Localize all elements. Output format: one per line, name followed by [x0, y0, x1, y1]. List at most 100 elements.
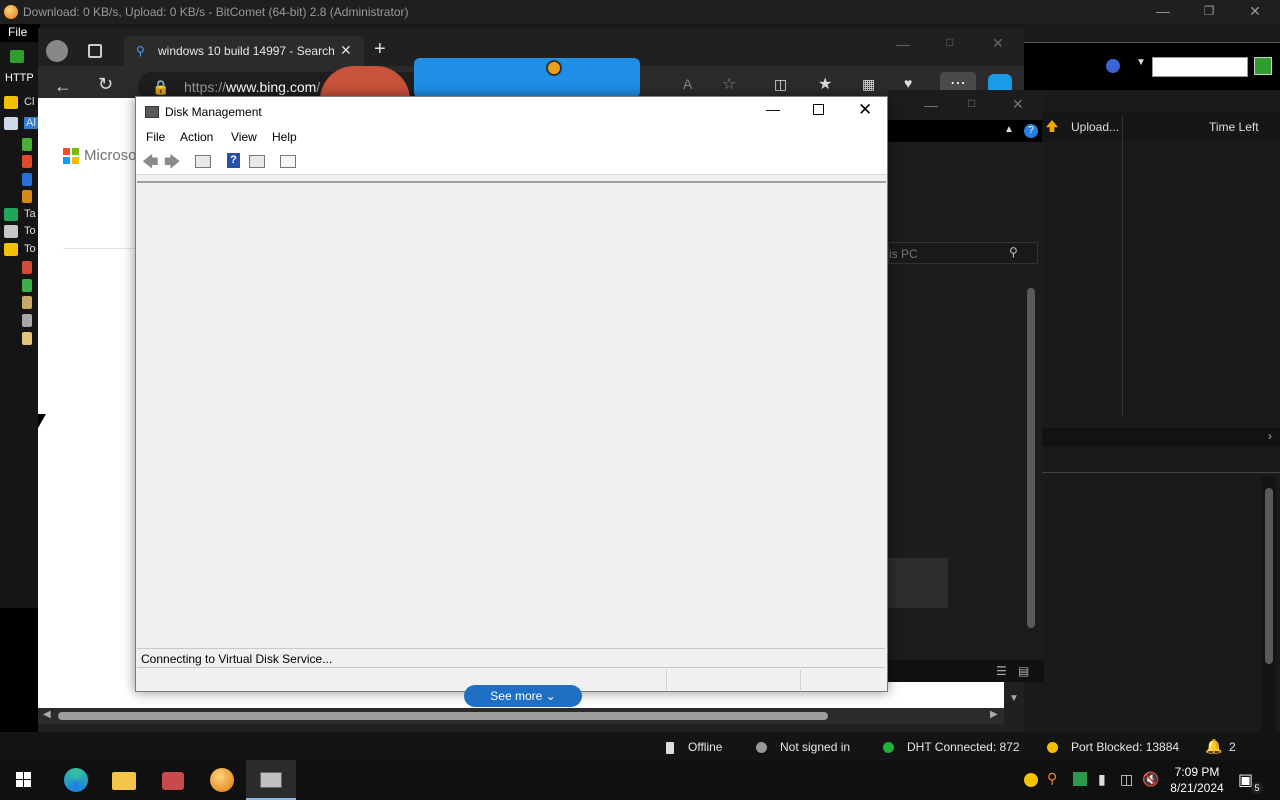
- disk-management-menu-bar: File Action View Help: [136, 127, 887, 147]
- app-taskbar-icon[interactable]: [150, 760, 196, 800]
- browser-maximize-button[interactable]: □: [946, 35, 953, 49]
- search-box[interactable]: is PC ⚲: [888, 242, 1038, 264]
- read-aloud-icon[interactable]: A: [683, 76, 692, 92]
- star-icon[interactable]: [4, 96, 18, 109]
- column-divider[interactable]: [1122, 116, 1123, 416]
- page-icon[interactable]: [4, 117, 18, 130]
- task-icon[interactable]: [4, 208, 18, 221]
- lower-scrollbar[interactable]: [1262, 476, 1276, 732]
- tray-search-icon[interactable]: ⚲: [1047, 770, 1057, 787]
- tray-bitcomet-icon[interactable]: [1024, 773, 1038, 787]
- disk-management-taskbar-icon[interactable]: [246, 760, 296, 800]
- dialog-panel-block: [888, 558, 948, 608]
- split-screen-icon[interactable]: ◫: [774, 76, 787, 93]
- horizontal-scrollbar[interactable]: ›: [1042, 428, 1280, 446]
- scroll-left-icon[interactable]: ◀: [43, 709, 51, 720]
- browser-minimize-button[interactable]: —: [896, 36, 910, 52]
- list-view-icon[interactable]: ☰: [996, 664, 1007, 678]
- browser-tab[interactable]: ⚲ windows 10 build 14997 - Search ✕: [124, 36, 364, 66]
- help-icon[interactable]: ?: [1024, 124, 1038, 138]
- new-tab-icon[interactable]: +: [374, 38, 386, 61]
- show-hide-console-tree-icon[interactable]: [195, 155, 211, 168]
- bell-icon[interactable]: 🔔: [1205, 738, 1222, 755]
- file-icon: [22, 314, 32, 327]
- search-icon[interactable]: ⚲: [1009, 245, 1018, 259]
- properties-icon[interactable]: [280, 155, 296, 168]
- menu-action[interactable]: Action: [180, 130, 213, 144]
- tray-usb-icon[interactable]: ▮: [1098, 771, 1106, 788]
- profile-icon[interactable]: [46, 40, 68, 62]
- volume-muted-icon[interactable]: 🔇: [1142, 771, 1159, 788]
- scroll-down-icon[interactable]: ▼: [1004, 690, 1024, 708]
- search-combo[interactable]: [1152, 57, 1248, 77]
- help-icon[interactable]: ?: [227, 153, 240, 168]
- panel-divider: [1042, 472, 1280, 473]
- health-icon[interactable]: ♥: [904, 75, 912, 91]
- dm-minimize-button[interactable]: —: [766, 101, 780, 117]
- status-signed-in[interactable]: Not signed in: [780, 740, 850, 754]
- favorites-icon[interactable]: ★: [818, 74, 832, 94]
- sidebar-item-label[interactable]: Cl: [24, 96, 34, 108]
- network-icon[interactable]: ◫: [1120, 771, 1133, 788]
- back-arrow-icon[interactable]: 🡄: [142, 151, 159, 178]
- sidebar-item-label[interactable]: To: [24, 225, 36, 237]
- menu-help[interactable]: Help: [272, 130, 297, 144]
- tray-shield-icon[interactable]: [1073, 772, 1087, 786]
- bitcomet-taskbar-icon[interactable]: [198, 760, 244, 800]
- disk-management-window: Disk Management — ✕ File Action View Hel…: [135, 96, 888, 692]
- sidebar-item-label[interactable]: Ta: [24, 208, 36, 220]
- dialog-minimize-button[interactable]: —: [924, 97, 938, 113]
- disk-management-status-bar: Connecting to Virtual Disk Service...: [137, 648, 885, 668]
- disk-management-title: Disk Management: [165, 105, 262, 119]
- bitcomet-minimize-button[interactable]: —: [1140, 0, 1186, 24]
- menu-file[interactable]: File: [146, 130, 165, 144]
- menu-view[interactable]: View: [231, 130, 257, 144]
- show-hide-action-pane-icon[interactable]: [249, 155, 265, 168]
- back-icon[interactable]: ←: [54, 76, 72, 97]
- disk-management-content-area[interactable]: [137, 181, 886, 647]
- collections-icon[interactable]: ▦: [862, 76, 875, 93]
- start-button[interactable]: [0, 760, 46, 800]
- sidebar-item-label[interactable]: Al: [24, 117, 38, 129]
- url-rest: /: [316, 79, 321, 95]
- favorite-star-icon[interactable]: ☆: [722, 74, 736, 94]
- dialog-close-button[interactable]: ✕: [1012, 96, 1024, 113]
- taskbar-clock[interactable]: 7:09 PM 8/21/2024: [1160, 764, 1234, 796]
- bitcomet-restore-button[interactable]: ❐: [1186, 0, 1232, 24]
- globe-icon[interactable]: [1106, 59, 1120, 73]
- add-torrent-icon[interactable]: [10, 50, 24, 63]
- refresh-icon[interactable]: ↻: [98, 74, 113, 95]
- status-dht[interactable]: DHT Connected: 872: [907, 740, 1020, 754]
- chevron-up-icon[interactable]: ▲: [1004, 124, 1014, 135]
- status-offline[interactable]: Offline: [688, 740, 722, 754]
- dialog-maximize-button[interactable]: □: [968, 96, 975, 110]
- microsoft-text[interactable]: Microso: [84, 147, 137, 164]
- scrollbar[interactable]: [1024, 276, 1038, 628]
- close-tab-icon[interactable]: ✕: [340, 42, 352, 59]
- scroll-right-icon[interactable]: ▶: [990, 709, 998, 720]
- tool-icon[interactable]: [4, 225, 18, 238]
- bitcomet-menu-file[interactable]: File: [8, 25, 27, 39]
- chevron-down-icon[interactable]: ▼: [1136, 57, 1146, 68]
- folder-icon[interactable]: [4, 243, 18, 256]
- go-icon[interactable]: [1254, 57, 1272, 75]
- column-upload[interactable]: Upload...: [1071, 120, 1119, 134]
- file-explorer-taskbar-icon[interactable]: [100, 760, 146, 800]
- bitcomet-close-button[interactable]: ✕: [1232, 0, 1278, 24]
- dm-close-button[interactable]: ✕: [858, 100, 872, 120]
- tab-actions-icon[interactable]: [88, 44, 102, 58]
- bitcomet-sidebar: HTTP Cl Al Ta To To: [0, 42, 38, 732]
- download-arrow-icon: [22, 138, 32, 151]
- dm-maximize-button[interactable]: [813, 104, 824, 115]
- see-more-button[interactable]: See more ⌄: [464, 685, 582, 707]
- scroll-thumb[interactable]: [58, 712, 828, 720]
- edge-taskbar-icon[interactable]: [52, 760, 98, 800]
- column-time-left[interactable]: Time Left: [1209, 120, 1259, 134]
- bitcomet-app-icon: [4, 5, 18, 19]
- sidebar-item-label[interactable]: To: [24, 243, 36, 255]
- status-port[interactable]: Port Blocked: 13884: [1071, 740, 1179, 754]
- forward-arrow-icon[interactable]: 🡆: [164, 151, 181, 178]
- sidebar-bottom-panel: [0, 608, 38, 732]
- browser-close-button[interactable]: ✕: [992, 35, 1004, 52]
- detail-view-icon[interactable]: ▤: [1018, 664, 1029, 678]
